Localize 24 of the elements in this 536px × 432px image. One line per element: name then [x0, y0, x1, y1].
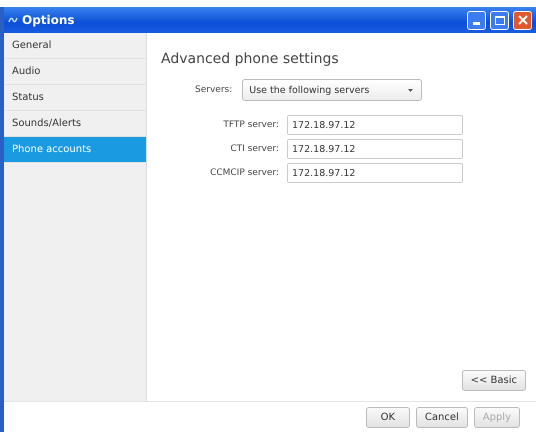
sidebar-item[interactable]: Status [4, 85, 146, 111]
sidebar-item[interactable]: General [4, 33, 146, 59]
sidebar-item[interactable]: Audio [4, 59, 146, 85]
input-field[interactable]: 172.18.97.12 [287, 115, 463, 135]
maximize-icon [494, 16, 504, 24]
minimize-icon [473, 22, 480, 26]
app-icon [8, 15, 18, 25]
dialog-button[interactable]: OK [366, 406, 410, 428]
window-title: Options [22, 13, 76, 27]
field-label: CTI server: [229, 144, 279, 154]
field-label: CCMCIP server: [209, 168, 279, 178]
servers-dropdown[interactable]: Use the following servers [242, 79, 422, 101]
input-field[interactable]: 172.18.97.12 [287, 139, 463, 159]
minimize-button[interactable] [467, 10, 486, 30]
close-button[interactable] [513, 10, 532, 30]
basic-button[interactable]: << Basic [462, 370, 526, 391]
maximize-button[interactable] [490, 10, 509, 30]
caret-icon [408, 88, 414, 92]
close-icon [518, 15, 528, 25]
dialog-button[interactable]: Cancel [416, 406, 468, 428]
field-label: TFTP server: [222, 120, 279, 130]
servers-label: Servers: [195, 85, 232, 95]
input-field[interactable]: 172.18.97.12 [287, 163, 463, 183]
section-heading: Advanced phone settings [161, 51, 340, 67]
